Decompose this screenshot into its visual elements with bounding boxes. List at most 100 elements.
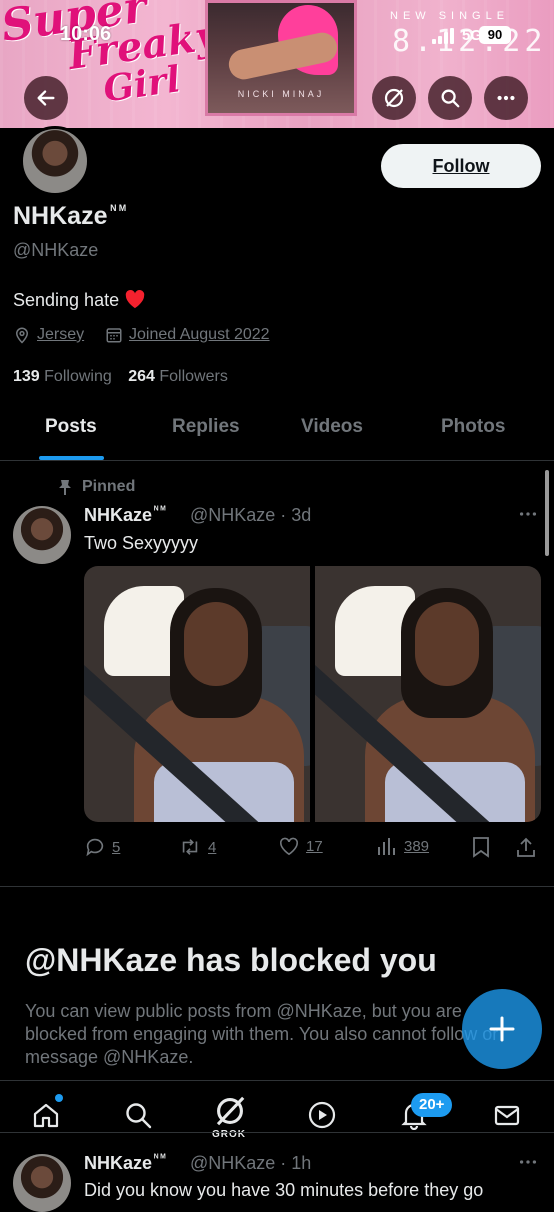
post-avatar[interactable] xyxy=(13,506,71,564)
post-handle-time: @NHKaze · 3d xyxy=(190,505,312,525)
views-chart-icon xyxy=(378,838,395,855)
post-image-1[interactable] xyxy=(84,566,310,822)
tab-posts[interactable]: Posts xyxy=(45,416,97,438)
followers-label: Followers xyxy=(159,368,228,385)
post-author-suffix: ᴺᴹ xyxy=(154,505,168,516)
like-count: 17 xyxy=(306,837,323,855)
next-post-author-name[interactable]: NHKaze ᴺᴹ xyxy=(84,1153,168,1174)
heart-icon xyxy=(279,837,299,856)
following-count: 139 xyxy=(13,368,40,385)
home-icon xyxy=(33,1103,59,1128)
repost-count: 4 xyxy=(208,838,217,856)
compose-post-button[interactable] xyxy=(462,989,542,1069)
next-post-divider xyxy=(0,1132,554,1133)
nav-videos[interactable] xyxy=(302,1095,342,1135)
like-action[interactable]: 17 xyxy=(278,836,323,856)
nav-messages[interactable] xyxy=(487,1095,527,1135)
post-author-name[interactable]: NHKaze ᴺᴹ xyxy=(84,505,168,526)
view-count: 389 xyxy=(404,837,430,855)
profile-banner[interactable]: Super Freaky Girl NICKI MINAJ NEW SINGLE… xyxy=(0,0,554,128)
grok-icon xyxy=(384,88,404,108)
reply-action[interactable]: 5 xyxy=(84,836,120,858)
post-divider xyxy=(0,886,554,887)
blocked-body: You can view public posts from @NHKaze, … xyxy=(25,1001,499,1067)
bookmark-button[interactable] xyxy=(472,836,490,858)
search-icon xyxy=(126,1103,152,1129)
album-artist-label: NICKI MINAJ xyxy=(237,89,325,99)
profile-counts: 139 Following 264 Followers xyxy=(13,368,228,386)
profile-avatar[interactable] xyxy=(20,126,90,196)
nav-grok[interactable] xyxy=(210,1091,250,1131)
profile-bio: Sending hate xyxy=(13,289,146,311)
grok-label: GROK xyxy=(212,1129,246,1140)
battery-indicator: 90 xyxy=(479,26,511,44)
pin-icon xyxy=(59,480,71,495)
display-name-text: NHKaze xyxy=(13,202,108,230)
tabs-divider xyxy=(0,460,554,461)
home-unread-dot xyxy=(55,1094,63,1102)
bio-text: Sending hate xyxy=(13,290,120,310)
profile-display-name: NHKaze ᴺᴹ xyxy=(13,202,129,231)
following-link[interactable]: 139 Following xyxy=(13,368,112,385)
location-text[interactable]: Jersey xyxy=(37,326,84,344)
joined-text: Joined August 2022 xyxy=(129,326,270,343)
tab-videos[interactable]: Videos xyxy=(301,416,363,438)
profile-location[interactable]: Jersey xyxy=(13,326,84,344)
grok-button[interactable] xyxy=(372,76,416,120)
banner-tagline: NEW SINGLE xyxy=(390,10,510,22)
followers-link[interactable]: 264 Followers xyxy=(128,368,228,385)
blocked-title: @NHKaze has blocked you xyxy=(25,942,437,978)
following-label: Following xyxy=(44,368,112,385)
mail-icon xyxy=(494,1105,520,1126)
image-face xyxy=(415,602,479,686)
post-image-2[interactable] xyxy=(315,566,541,822)
next-post-more-button[interactable] xyxy=(517,1151,539,1178)
follow-button[interactable]: Follow xyxy=(381,144,541,188)
banner-album-cover: NICKI MINAJ xyxy=(205,0,357,116)
repost-icon xyxy=(182,839,198,855)
tab-photos[interactable]: Photos xyxy=(441,416,505,438)
back-button[interactable] xyxy=(24,76,68,120)
reply-icon xyxy=(86,838,104,857)
repost-action[interactable]: 4 xyxy=(178,836,216,858)
views-action[interactable]: 389 xyxy=(376,836,429,856)
signal-icon xyxy=(432,28,456,44)
post-text: Two Sexyyyyy xyxy=(84,533,199,553)
reply-count: 5 xyxy=(112,838,121,856)
more-options-button[interactable] xyxy=(484,76,528,120)
followers-count: 264 xyxy=(128,368,155,385)
heart-emoji-icon xyxy=(125,289,145,309)
profile-handle: @NHKaze xyxy=(13,240,99,260)
display-name-suffix: ᴺᴹ xyxy=(110,202,129,217)
image-face xyxy=(184,602,248,686)
more-dots-icon xyxy=(519,512,537,516)
location-pin-icon xyxy=(15,327,29,344)
next-post-avatar[interactable] xyxy=(13,1154,71,1212)
post-author-name-text: NHKaze xyxy=(84,505,153,525)
play-circle-icon xyxy=(308,1101,336,1129)
next-post-handle-time: @NHKaze · 1h xyxy=(190,1153,312,1173)
notification-badge: 20+ xyxy=(411,1093,453,1117)
search-button[interactable] xyxy=(428,76,472,120)
grok-icon xyxy=(216,1096,245,1126)
bottom-navigation xyxy=(0,1080,554,1147)
post-more-button[interactable] xyxy=(517,503,539,530)
pinned-label: Pinned xyxy=(82,478,136,495)
arrow-left-icon xyxy=(37,90,55,106)
share-button[interactable] xyxy=(516,836,536,858)
next-post-text: Did you know you have 30 minutes before … xyxy=(84,1180,484,1200)
more-dots-icon xyxy=(519,1160,537,1164)
more-icon xyxy=(497,95,515,101)
share-icon xyxy=(517,837,535,857)
search-icon xyxy=(441,89,460,108)
scrollbar[interactable] xyxy=(545,470,549,556)
tab-replies[interactable]: Replies xyxy=(172,416,240,438)
calendar-icon xyxy=(106,328,122,343)
bookmark-icon xyxy=(473,837,489,858)
plus-icon xyxy=(489,1016,515,1042)
status-time: 10:06 xyxy=(60,23,112,45)
nav-search[interactable] xyxy=(118,1095,158,1135)
next-post-author-name-text: NHKaze xyxy=(84,1153,153,1173)
pinned-indicator: Pinned xyxy=(58,478,135,496)
profile-joined-date: Joined August 2022 xyxy=(105,326,270,344)
